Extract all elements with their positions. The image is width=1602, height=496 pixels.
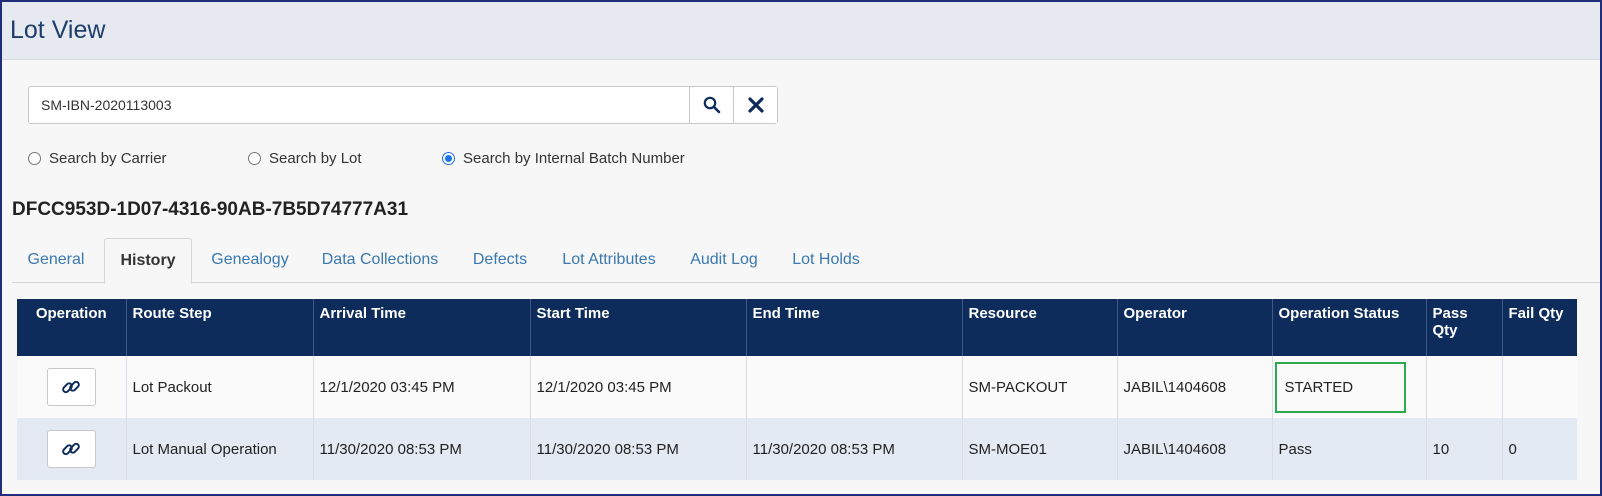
tab-general[interactable]: General bbox=[12, 238, 100, 283]
table-row: Lot Manual Operation 11/30/2020 08:53 PM… bbox=[17, 418, 1577, 480]
radio-label: Search by Internal Batch Number bbox=[463, 150, 685, 167]
column-header[interactable]: Arrival Time bbox=[312, 299, 530, 356]
route-step-cell: Lot Packout bbox=[125, 356, 313, 418]
tab-lot-holds[interactable]: Lot Holds bbox=[782, 238, 870, 283]
search-button[interactable] bbox=[689, 87, 733, 123]
pass-qty-cell: 10 bbox=[1425, 418, 1502, 480]
radio-button[interactable] bbox=[442, 152, 455, 165]
radio-search-by-internal-batch-number[interactable]: Search by Internal Batch Number bbox=[442, 150, 685, 167]
operation-link-button[interactable] bbox=[46, 430, 96, 468]
fail-qty-cell: 0 bbox=[1501, 418, 1577, 480]
history-table: Operation Route Step Arrival Time Start … bbox=[17, 299, 1577, 480]
operator-cell: JABIL\1404608 bbox=[1116, 356, 1272, 418]
start-time-cell: 11/30/2020 08:53 PM bbox=[529, 418, 746, 480]
lot-id-heading: DFCC953D-1D07-4316-90AB-7B5D74777A31 bbox=[12, 199, 409, 220]
link-icon bbox=[62, 380, 81, 394]
radio-button[interactable] bbox=[248, 152, 261, 165]
table-row: Lot Packout 12/1/2020 03:45 PM 12/1/2020… bbox=[17, 356, 1577, 418]
column-header[interactable]: Start Time bbox=[529, 299, 746, 356]
operation-cell bbox=[17, 418, 126, 480]
page-title: Lot View bbox=[10, 16, 106, 44]
end-time-cell: 11/30/2020 08:53 PM bbox=[745, 418, 962, 480]
pass-qty-cell bbox=[1425, 356, 1502, 418]
column-header[interactable]: Operation Status bbox=[1271, 299, 1426, 356]
tab-history[interactable]: History bbox=[104, 238, 192, 284]
column-header[interactable]: End Time bbox=[745, 299, 962, 356]
operation-cell bbox=[17, 356, 126, 418]
status-highlight: STARTED bbox=[1274, 361, 1406, 413]
title-bar: Lot View bbox=[2, 2, 1600, 60]
tab-lot-attributes[interactable]: Lot Attributes bbox=[552, 238, 666, 283]
tab-bar: General History Genealogy Data Collectio… bbox=[12, 238, 1600, 284]
radio-label: Search by Lot bbox=[269, 150, 362, 167]
clear-search-button[interactable] bbox=[733, 87, 777, 123]
tab-genealogy[interactable]: Genealogy bbox=[198, 238, 302, 283]
start-time-cell: 12/1/2020 03:45 PM bbox=[529, 356, 746, 418]
search-box bbox=[28, 86, 778, 124]
column-header[interactable]: Resource bbox=[961, 299, 1117, 356]
arrival-time-cell: 11/30/2020 08:53 PM bbox=[312, 418, 530, 480]
column-header[interactable]: Pass Qty bbox=[1425, 299, 1502, 356]
operation-status-cell: STARTED bbox=[1271, 356, 1426, 418]
radio-button[interactable] bbox=[28, 152, 41, 165]
search-input[interactable] bbox=[29, 87, 689, 123]
lot-view-window: Lot View Search by Carrier Search by Lot bbox=[0, 0, 1602, 496]
column-header[interactable]: Route Step bbox=[125, 299, 313, 356]
route-step-cell: Lot Manual Operation bbox=[125, 418, 313, 480]
arrival-time-cell: 12/1/2020 03:45 PM bbox=[312, 356, 530, 418]
table-header-row: Operation Route Step Arrival Time Start … bbox=[17, 299, 1577, 356]
radio-label: Search by Carrier bbox=[49, 150, 167, 167]
search-icon bbox=[703, 96, 720, 114]
tab-audit-log[interactable]: Audit Log bbox=[680, 238, 768, 283]
resource-cell: SM-PACKOUT bbox=[961, 356, 1117, 418]
resource-cell: SM-MOE01 bbox=[961, 418, 1117, 480]
operator-cell: JABIL\1404608 bbox=[1116, 418, 1272, 480]
tab-defects[interactable]: Defects bbox=[462, 238, 538, 283]
fail-qty-cell bbox=[1501, 356, 1577, 418]
operation-link-button[interactable] bbox=[46, 368, 96, 406]
radio-search-by-lot[interactable]: Search by Lot bbox=[248, 150, 362, 167]
operation-status-cell: Pass bbox=[1271, 418, 1426, 480]
close-icon bbox=[747, 97, 764, 113]
end-time-cell bbox=[745, 356, 962, 418]
link-icon bbox=[62, 442, 81, 456]
radio-search-by-carrier[interactable]: Search by Carrier bbox=[28, 150, 167, 167]
column-header[interactable]: Operation bbox=[17, 299, 126, 356]
column-header[interactable]: Operator bbox=[1116, 299, 1272, 356]
column-header[interactable]: Fail Qty bbox=[1501, 299, 1577, 356]
tab-data-collections[interactable]: Data Collections bbox=[310, 238, 450, 283]
